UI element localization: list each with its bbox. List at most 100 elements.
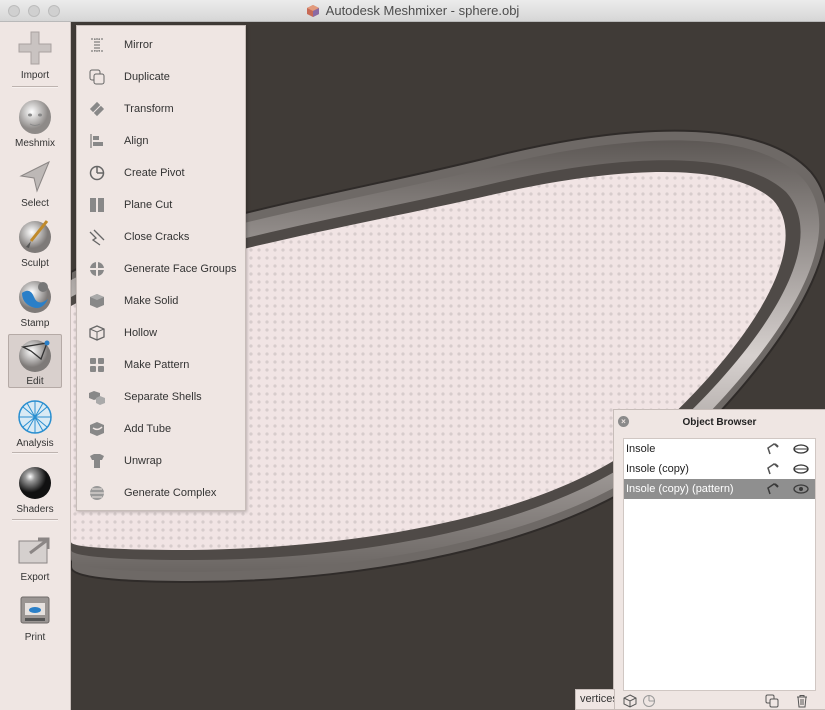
magnet-icon[interactable] [765,481,781,497]
menu-item-label: Duplicate [124,71,170,83]
object-list: Insole Insole (copy) Insole (copy) (patt… [623,438,816,691]
mirror-icon [86,34,108,56]
menu-item-create-pivot[interactable]: Create Pivot [77,157,245,189]
unwrap-icon [86,450,108,472]
shaders-tool[interactable]: Shaders [0,462,70,515]
menu-item-label: Unwrap [124,455,162,467]
object-row-insole-copy[interactable]: Insole (copy) [624,459,815,479]
shader-sphere-icon [15,462,55,502]
edit-tool[interactable]: Edit [8,334,62,388]
printer-icon [15,590,55,630]
menu-item-close-cracks[interactable]: Close Cracks [77,221,245,253]
duplicate-icon [86,66,108,88]
stamp-icon [15,276,55,316]
close-cracks-icon [86,226,108,248]
magnet-icon[interactable] [765,441,781,457]
menu-item-generate-complex[interactable]: Generate Complex [77,477,245,509]
stamp-tool[interactable]: Stamp [0,276,70,329]
edit-label: Edit [26,376,44,387]
object-name: Insole (copy) [626,463,689,475]
analysis-mesh-icon [15,396,55,436]
eye-icon[interactable] [793,461,809,477]
cube-icon[interactable] [622,693,638,709]
close-panel-button[interactable]: × [618,416,629,427]
meshmix-head-icon [15,96,55,136]
zoom-window-button[interactable] [48,5,60,17]
menu-item-make-solid[interactable]: Make Solid [77,285,245,317]
menu-item-label: Separate Shells [124,391,202,403]
hollow-icon [86,322,108,344]
menu-item-label: Transform [124,103,174,115]
vertices-status: vertices [575,689,615,710]
transform-icon [86,98,108,120]
select-label: Select [21,198,49,209]
minimize-window-button[interactable] [28,5,40,17]
menu-item-label: Close Cracks [124,231,190,243]
meshmix-tool[interactable]: Meshmix [0,96,70,149]
menu-item-add-tube[interactable]: Add Tube [77,413,245,445]
meshmixer-logo-icon [306,4,319,17]
menu-item-duplicate[interactable]: Duplicate [77,61,245,93]
object-name: Insole [626,443,656,455]
close-window-button[interactable] [8,5,20,17]
menu-item-generate-face-groups[interactable]: Generate Face Groups [77,253,245,285]
make-pattern-icon [86,354,108,376]
object-name: Insole (copy) (pattern) [626,483,734,495]
eye-icon[interactable] [793,481,809,497]
sculpt-tool[interactable]: Sculpt [0,216,70,269]
export-label: Export [20,572,50,583]
generate-complex-icon [86,482,108,504]
trash-icon[interactable] [794,693,810,709]
eye-icon[interactable] [793,441,809,457]
menu-item-label: Add Tube [124,423,172,435]
stamp-label: Stamp [20,318,50,329]
menu-item-plane-cut[interactable]: Plane Cut [77,189,245,221]
title-bar: Autodesk Meshmixer - sphere.obj [0,0,825,22]
pivot-icon[interactable] [641,693,657,709]
menu-item-unwrap[interactable]: Unwrap [77,445,245,477]
sculpt-brush-icon [15,216,55,256]
import-label: Import [20,70,50,81]
object-browser-header: × Object Browser [614,410,825,434]
meshmix-label: Meshmix [14,138,55,149]
main-toolbar: Import Meshmix Select Sculpt Stamp Edit … [0,22,71,710]
menu-item-transform[interactable]: Transform [77,93,245,125]
menu-item-mirror[interactable]: Mirror [77,29,245,61]
object-row-insole-copy-pattern[interactable]: Insole (copy) (pattern) [624,479,815,499]
export-icon [15,530,55,570]
menu-item-make-pattern[interactable]: Make Pattern [77,349,245,381]
menu-item-label: Align [124,135,149,147]
object-browser-footer [614,690,825,710]
menu-item-separate-shells[interactable]: Separate Shells [77,381,245,413]
object-row-insole[interactable]: Insole [624,439,815,459]
make-solid-icon [86,290,108,312]
magnet-icon[interactable] [765,461,781,477]
menu-item-align[interactable]: Align [77,125,245,157]
menu-item-label: Mirror [124,39,153,51]
duplicate-icon[interactable] [764,693,780,709]
edit-menu: Mirror Duplicate Transform Align Create … [76,25,246,511]
window-controls [8,5,60,17]
object-browser-title: Object Browser [682,416,757,428]
select-tool[interactable]: Select [0,156,70,209]
separate-shells-icon [86,386,108,408]
menu-item-label: Make Pattern [124,359,190,371]
pivot-icon [86,162,108,184]
analysis-label: Analysis [16,438,54,449]
select-arrow-icon [15,156,55,196]
analysis-tool[interactable]: Analysis [0,396,70,449]
import-tool[interactable]: Import [0,28,70,81]
menu-item-label: Hollow [124,327,158,339]
menu-item-label: Plane Cut [124,199,173,211]
plus-icon [15,28,55,68]
export-tool[interactable]: Export [0,530,70,583]
object-browser-panel: × Object Browser Insole Insole (copy) In… [613,409,825,710]
menu-item-label: Create Pivot [124,167,185,179]
menu-item-hollow[interactable]: Hollow [77,317,245,349]
print-tool[interactable]: Print [0,590,70,643]
shaders-label: Shaders [16,504,54,515]
window-title: Autodesk Meshmixer - sphere.obj [325,3,520,18]
edit-icon [15,335,55,374]
menu-item-label: Generate Face Groups [124,263,237,275]
plane-cut-icon [86,194,108,216]
